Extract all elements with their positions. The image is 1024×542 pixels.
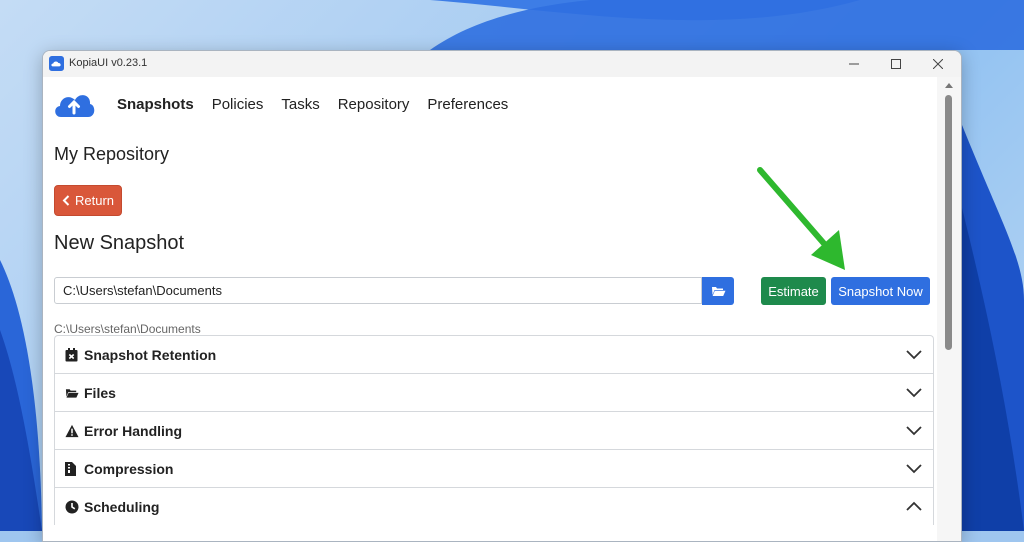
section-compression[interactable]: Compression xyxy=(54,449,934,487)
chevron-left-icon xyxy=(62,195,70,206)
minimize-icon xyxy=(849,63,859,65)
chevron-down-icon xyxy=(906,464,922,474)
close-button[interactable] xyxy=(917,51,959,77)
scrollbar-thumb[interactable] xyxy=(945,95,952,350)
path-input[interactable] xyxy=(54,277,702,304)
chevron-down-icon xyxy=(906,426,922,436)
clock-icon xyxy=(65,500,79,514)
repository-title: My Repository xyxy=(54,144,170,164)
path-label: C:\Users\stefan\Documents xyxy=(54,322,201,336)
kopia-window: KopiaUI v0.23.1 Snapshots Policies Tasks… xyxy=(42,50,962,542)
scroll-up-icon[interactable] xyxy=(944,81,954,89)
section-snapshot-retention[interactable]: Snapshot Retention xyxy=(54,335,934,373)
kopia-app-icon xyxy=(49,56,64,71)
nav-repository[interactable]: Repository xyxy=(338,96,410,113)
minimize-button[interactable] xyxy=(833,51,875,77)
section-label: Compression xyxy=(84,460,174,477)
folder-open-icon xyxy=(711,287,725,296)
warning-triangle-icon xyxy=(65,424,79,438)
section-label: Snapshot Retention xyxy=(84,346,217,363)
snapshot-now-button[interactable]: Snapshot Now xyxy=(831,277,930,305)
kopia-logo-icon[interactable] xyxy=(53,89,95,119)
return-label: Return xyxy=(74,193,115,208)
main-content: Snapshots Policies Tasks Repository Pref… xyxy=(43,77,937,541)
nav-snapshots[interactable]: Snapshots xyxy=(117,96,194,113)
return-button[interactable]: Return xyxy=(54,185,122,216)
section-files[interactable]: Files xyxy=(54,373,934,411)
section-label: Error Handling xyxy=(84,422,183,439)
maximize-icon xyxy=(891,59,901,69)
title-bar[interactable]: KopiaUI v0.23.1 xyxy=(43,51,961,77)
chevron-up-icon xyxy=(906,501,922,511)
nav-preferences[interactable]: Preferences xyxy=(427,96,508,113)
chevron-down-icon xyxy=(906,350,922,360)
file-archive-icon xyxy=(65,461,79,476)
chevron-down-icon xyxy=(906,388,922,398)
policy-accordion: Snapshot Retention Files Error Handling xyxy=(54,335,934,525)
green-arrow-annotation xyxy=(757,167,845,270)
nav-policies[interactable]: Policies xyxy=(212,96,264,113)
folder-open-icon xyxy=(65,386,79,400)
page-title: New Snapshot xyxy=(54,232,185,254)
section-error-handling[interactable]: Error Handling xyxy=(54,411,934,449)
window-title: KopiaUI v0.23.1 xyxy=(69,57,148,69)
vertical-scrollbar[interactable] xyxy=(937,77,961,541)
nav-tasks[interactable]: Tasks xyxy=(281,96,319,113)
section-label: Scheduling xyxy=(84,498,160,515)
main-nav: Snapshots Policies Tasks Repository Pref… xyxy=(117,96,508,113)
browse-folder-button[interactable] xyxy=(702,277,734,305)
estimate-button[interactable]: Estimate xyxy=(761,277,826,305)
maximize-button[interactable] xyxy=(875,51,917,77)
section-scheduling[interactable]: Scheduling xyxy=(54,487,934,525)
calendar-x-icon xyxy=(65,347,79,362)
close-icon xyxy=(933,59,943,69)
section-label: Files xyxy=(84,384,116,401)
